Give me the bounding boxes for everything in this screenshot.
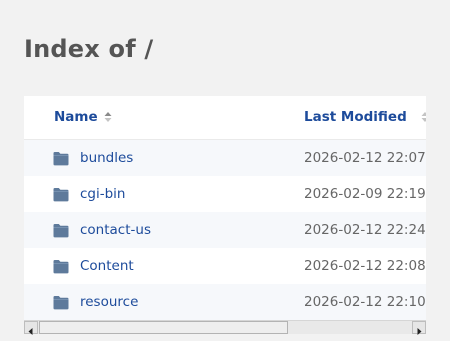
sort-arrows-icon [104,112,112,122]
scroll-right-arrow-icon [417,328,422,335]
table-row[interactable]: contact-us 2026-02-12 22:24 [24,212,426,249]
folder-icon [53,188,69,202]
table-row[interactable]: resource 2026-02-12 22:10 [24,284,426,320]
column-header-name-label: Name [54,109,98,125]
file-name-link[interactable]: Content [80,257,134,275]
file-name-link[interactable]: cgi-bin [80,185,126,203]
table-header-row: Name Last Modified [24,96,426,140]
folder-icon [53,296,69,310]
table-row[interactable]: bundles 2026-02-12 22:07 [24,140,426,177]
folder-icon [53,260,69,274]
column-header-last-modified[interactable]: Last Modified [304,109,426,125]
file-name-link[interactable]: contact-us [80,221,151,239]
scroll-left-button[interactable] [24,321,38,335]
folder-icon [53,224,69,238]
table-row[interactable]: Content 2026-02-12 22:08 [24,248,426,285]
scrollbar-thumb[interactable] [39,321,288,334]
column-header-last-modified-label: Last Modified [304,109,407,125]
column-header-name[interactable]: Name [54,109,112,125]
scroll-left-arrow-icon [28,328,33,335]
last-modified-value: 2026-02-12 22:10 [304,294,426,310]
directory-listing-table: Name Last Modified bundles 2026-02-12 22… [24,96,426,320]
last-modified-value: 2026-02-09 22:19 [304,186,426,202]
sort-arrows-icon [421,112,426,122]
folder-icon [53,152,69,166]
last-modified-value: 2026-02-12 22:07 [304,150,426,166]
page-title: Index of / [24,35,154,63]
last-modified-value: 2026-02-12 22:24 [304,222,426,238]
file-name-link[interactable]: bundles [80,149,133,167]
last-modified-value: 2026-02-12 22:08 [304,258,426,274]
table-row[interactable]: cgi-bin 2026-02-09 22:19 [24,176,426,213]
file-name-link[interactable]: resource [80,293,138,311]
horizontal-scrollbar[interactable] [24,320,426,335]
scroll-right-button[interactable] [412,321,426,335]
